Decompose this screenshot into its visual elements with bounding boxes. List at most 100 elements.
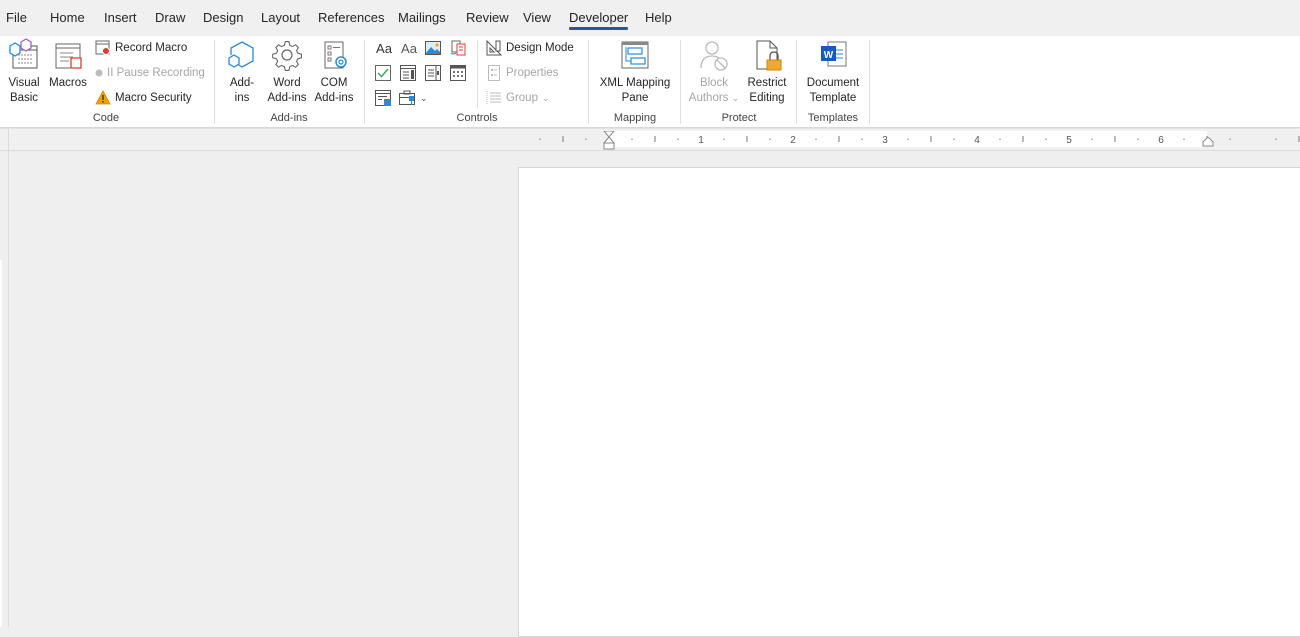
dropdown-list-content-control[interactable] bbox=[424, 64, 442, 82]
macro-security-button[interactable]: Macro Security bbox=[95, 88, 192, 108]
document-page[interactable] bbox=[518, 167, 1300, 637]
word-document-icon: W bbox=[821, 41, 847, 67]
com-addins-button[interactable]: COM Add-ins bbox=[311, 38, 357, 106]
xml-mapping-label-1: XML Mapping bbox=[599, 77, 671, 89]
visual-basic-label-2: Basic bbox=[9, 92, 39, 104]
date-picker-content-control[interactable] bbox=[449, 64, 467, 82]
separator bbox=[588, 40, 589, 124]
design-mode-icon bbox=[486, 40, 502, 56]
tab-mailings[interactable]: Mailings bbox=[398, 10, 446, 25]
legacy-tools-button[interactable]: ⌄ bbox=[399, 89, 431, 107]
ruler-tick bbox=[539, 138, 541, 140]
properties-icon bbox=[488, 65, 500, 81]
tab-review[interactable]: Review bbox=[466, 10, 509, 25]
document-template-label-1: Document bbox=[806, 77, 860, 89]
restrict-editing-label-2: Editing bbox=[749, 92, 785, 104]
com-addins-icon bbox=[324, 41, 347, 69]
ruler-tick bbox=[815, 138, 817, 140]
ruler-tick bbox=[907, 138, 909, 140]
repeating-section-content-control[interactable] bbox=[374, 89, 392, 107]
group-icon bbox=[486, 91, 501, 105]
indent-marker[interactable] bbox=[603, 131, 615, 151]
properties-button[interactable]: Properties bbox=[486, 63, 558, 83]
vertical-ruler bbox=[8, 129, 9, 627]
restrict-editing-label-1: Restrict bbox=[747, 77, 787, 89]
combo-box-content-control[interactable] bbox=[399, 64, 417, 82]
warning-icon bbox=[95, 90, 111, 105]
word-addins-button[interactable]: Word Add-ins bbox=[264, 38, 310, 106]
ruler-tick bbox=[585, 138, 587, 140]
checkbox-icon bbox=[375, 65, 391, 81]
ruler-number: 2 bbox=[790, 135, 796, 146]
picture-content-control[interactable] bbox=[424, 39, 442, 57]
ruler-tick bbox=[769, 138, 771, 140]
dropdown-list-icon bbox=[425, 65, 441, 81]
macros-icon bbox=[55, 43, 82, 69]
group-button[interactable]: Group ⌄ bbox=[486, 88, 550, 108]
separator bbox=[680, 40, 681, 124]
building-block-gallery-control[interactable] bbox=[449, 39, 467, 57]
separator bbox=[477, 40, 478, 108]
macros-label: Macros bbox=[49, 77, 87, 89]
macros-button[interactable]: Macros bbox=[46, 38, 90, 91]
ruler-tick bbox=[1091, 138, 1093, 140]
restrict-editing-button[interactable]: Restrict Editing bbox=[743, 38, 791, 106]
legacy-tools-icon bbox=[399, 90, 415, 105]
ruler-tick bbox=[1275, 138, 1277, 140]
design-mode-button[interactable]: Design Mode bbox=[486, 38, 574, 58]
ruler-tick bbox=[1183, 138, 1185, 140]
addins-group-label: Add-ins bbox=[270, 112, 308, 124]
addins-label-2: ins bbox=[234, 92, 250, 104]
chevron-down-icon: ⌄ bbox=[731, 93, 740, 103]
tab-home[interactable]: Home bbox=[50, 10, 85, 25]
combo-box-icon bbox=[400, 65, 416, 81]
chevron-down-icon: ⌄ bbox=[541, 92, 550, 103]
separator bbox=[214, 40, 215, 124]
separator bbox=[364, 40, 365, 124]
com-addins-label-1: COM bbox=[320, 77, 348, 89]
tab-file[interactable]: File bbox=[6, 10, 27, 25]
horizontal-ruler[interactable]: 1 2 3 4 5 6 bbox=[517, 131, 1300, 150]
record-macro-button[interactable]: Record Macro bbox=[95, 38, 187, 58]
visual-basic-button[interactable]: Visual Basic bbox=[4, 38, 44, 106]
ruler-tick bbox=[631, 138, 633, 140]
tab-references[interactable]: References bbox=[318, 10, 384, 25]
tab-help[interactable]: Help bbox=[645, 10, 672, 25]
ruler-tick bbox=[1137, 138, 1139, 140]
ruler-ticks: 1 2 3 4 5 6 bbox=[539, 135, 1300, 146]
addins-button[interactable]: Add- ins bbox=[222, 38, 262, 106]
block-authors-button[interactable]: Block Authors ⌄ bbox=[687, 38, 741, 106]
ruler-number: 5 bbox=[1066, 135, 1072, 146]
ruler-tick bbox=[861, 138, 863, 140]
rich-text-content-control[interactable]: Aa bbox=[374, 39, 394, 57]
pause-recording-button[interactable]: II Pause Recording bbox=[95, 63, 205, 83]
svg-text:W: W bbox=[824, 50, 834, 61]
picture-icon bbox=[425, 41, 441, 55]
tab-design[interactable]: Design bbox=[203, 10, 243, 25]
com-addins-label-2: Add-ins bbox=[314, 92, 354, 104]
tab-view[interactable]: View bbox=[523, 10, 551, 25]
horizontal-ruler-bar: 1 2 3 4 5 6 bbox=[0, 129, 1300, 151]
design-mode-label: Design Mode bbox=[506, 42, 574, 54]
tab-layout[interactable]: Layout bbox=[261, 10, 300, 25]
checkbox-content-control[interactable] bbox=[374, 64, 392, 82]
chevron-down-icon: ⌄ bbox=[420, 92, 428, 103]
macro-security-label: Macro Security bbox=[115, 92, 192, 104]
document-template-label-2: Template bbox=[809, 92, 857, 104]
ribbon: Visual Basic Macros Record Macro II Paus… bbox=[0, 36, 1300, 128]
controls-group-label: Controls bbox=[456, 112, 498, 124]
lock-document-icon bbox=[756, 40, 782, 71]
templates-group-label: Templates bbox=[807, 112, 859, 124]
tab-developer[interactable]: Developer bbox=[569, 10, 629, 30]
plain-text-content-control[interactable]: Aa bbox=[399, 39, 419, 57]
xml-mapping-pane-button[interactable]: XML Mapping Pane bbox=[594, 38, 676, 106]
tab-insert[interactable]: Insert bbox=[104, 10, 137, 25]
pause-icon bbox=[95, 69, 103, 77]
right-indent-marker[interactable] bbox=[1202, 137, 1214, 147]
document-template-button[interactable]: W Document Template bbox=[802, 38, 864, 106]
ruler-tick bbox=[1229, 138, 1231, 140]
block-authors-label-2: Authors bbox=[688, 92, 729, 104]
tab-draw[interactable]: Draw bbox=[155, 10, 185, 25]
ruler-number: 1 bbox=[698, 135, 704, 146]
mapping-group-label: Mapping bbox=[613, 112, 657, 124]
